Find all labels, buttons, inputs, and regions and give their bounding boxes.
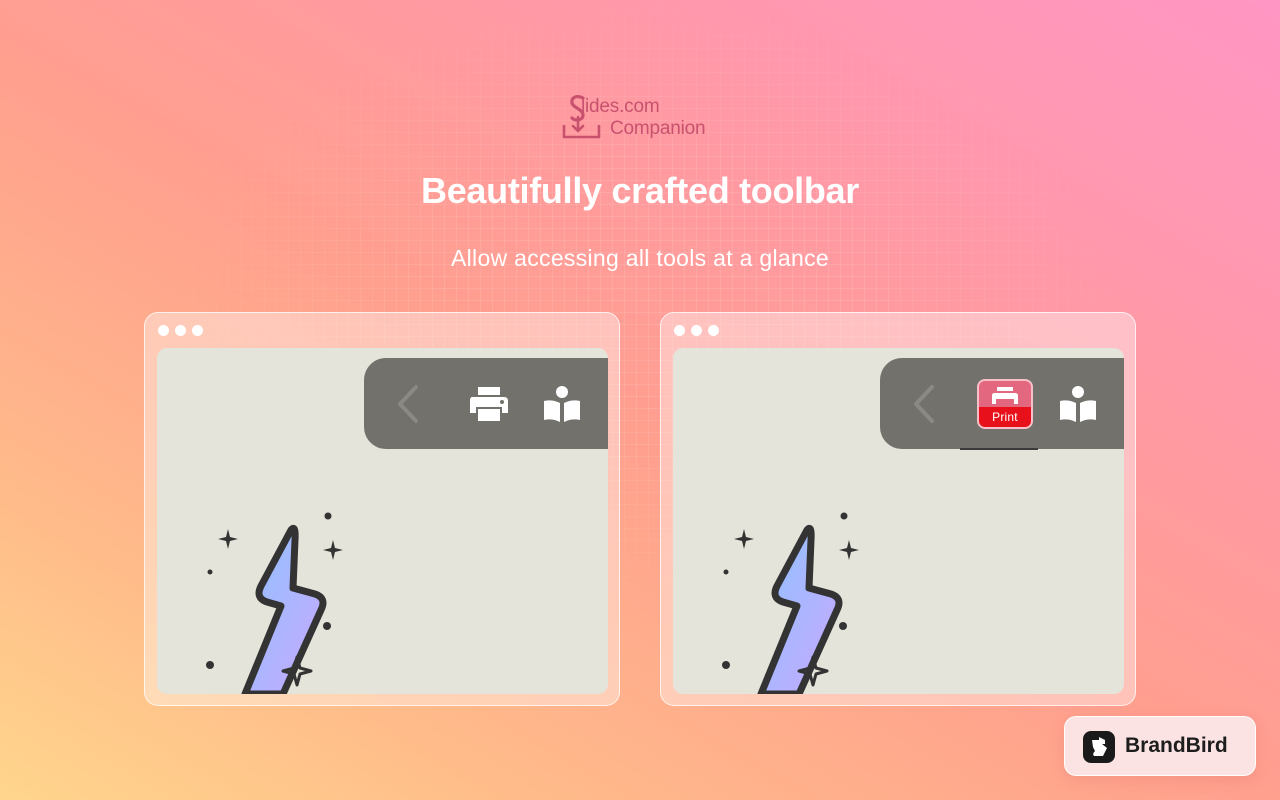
chevron-left-icon xyxy=(914,384,934,423)
slides-companion-logo: lides.com Companion xyxy=(561,95,721,143)
book-reader-icon xyxy=(544,385,580,422)
brandbird-label: BrandBird xyxy=(1125,734,1228,757)
print-button[interactable] xyxy=(459,358,519,449)
companion-toolbar: Print xyxy=(880,358,1124,450)
print-button-active[interactable]: Print xyxy=(975,358,1035,449)
window-dot xyxy=(192,325,203,336)
companion-toolbar xyxy=(364,358,608,449)
window-dot xyxy=(708,325,719,336)
window-dot xyxy=(175,325,186,336)
page-subheadline: Allow accessing all tools at a glance xyxy=(450,245,830,271)
print-hover-badge: Print xyxy=(977,378,1033,429)
brandbird-badge[interactable]: BrandBird xyxy=(1064,716,1256,776)
window-dots xyxy=(158,325,203,336)
browser-mockup-default xyxy=(144,312,620,706)
window-dot xyxy=(158,325,169,336)
printer-icon xyxy=(470,386,508,421)
window-dots xyxy=(674,325,719,336)
slide-canvas xyxy=(157,348,608,694)
active-indicator xyxy=(960,448,1038,450)
slide-canvas: Print xyxy=(673,348,1124,694)
printer-icon xyxy=(992,386,1018,404)
reader-button[interactable] xyxy=(1050,358,1106,449)
window-dot xyxy=(674,325,685,336)
logo-text-line2: Companion xyxy=(610,118,706,139)
print-label: Print xyxy=(992,409,1018,424)
brandbird-logo-icon xyxy=(1083,731,1115,763)
back-button[interactable] xyxy=(386,358,430,449)
logo-text-line1: lides.com xyxy=(581,96,660,117)
browser-mockup-print-hover: Print xyxy=(660,312,1136,706)
page-headline: Beautifully crafted toolbar xyxy=(421,170,859,211)
chevron-left-icon xyxy=(398,384,418,423)
reader-button[interactable] xyxy=(534,358,590,449)
window-dot xyxy=(691,325,702,336)
back-button[interactable] xyxy=(902,358,946,449)
book-reader-icon xyxy=(1060,385,1096,422)
